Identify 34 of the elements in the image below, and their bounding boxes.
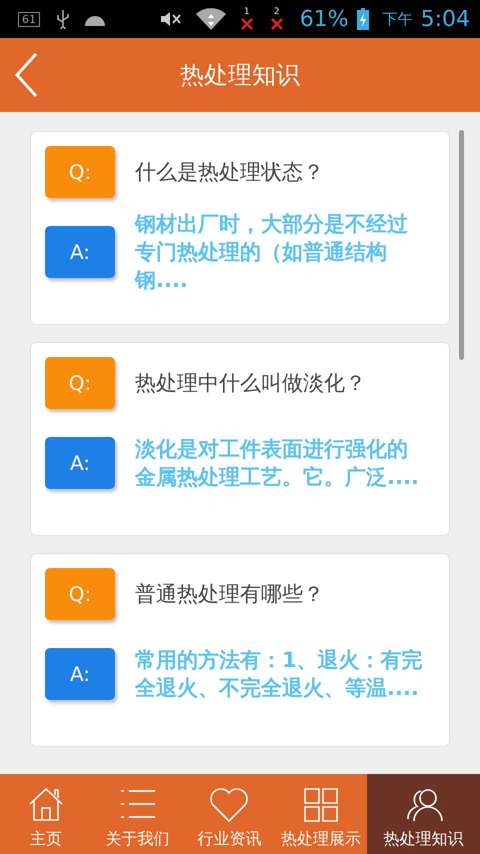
time-period: 下午 <box>382 10 413 28</box>
qa-card[interactable]: Q: 热处理中什么叫做淡化？ A: 淡化是对工件表面进行强化的金属热处理工艺。它。广泛.... <box>30 342 450 536</box>
answer-badge: A: <box>45 437 115 489</box>
answer-badge: A: <box>45 226 115 278</box>
back-icon <box>14 52 38 98</box>
question-badge: Q: <box>45 568 115 620</box>
mute-icon <box>160 10 182 28</box>
nav-tab[interactable]: 热处理知识 <box>367 774 480 854</box>
header-title: 热处理知识 <box>180 60 300 91</box>
grid-icon <box>303 787 340 823</box>
no-signal-icon <box>240 16 254 30</box>
question-text: 什么是热处理状态？ <box>135 159 324 186</box>
answer-text: 常用的方法有：1、退火：有完全退火、不完全退火、等温.... <box>135 647 424 702</box>
qa-card[interactable]: Q: 什么是热处理状态？ A: 钢材出厂时，大部分是不经过专门热处理的（如普通结构钢.... <box>30 131 450 325</box>
notification-badge: 61 <box>18 12 40 26</box>
answer-text: 淡化是对工件表面进行强化的金属热处理工艺。它。广泛.... <box>135 436 420 491</box>
back-button[interactable] <box>14 52 38 98</box>
question-text: 普通热处理有哪些？ <box>135 581 324 608</box>
no-signal-icon <box>270 16 284 30</box>
qa-card[interactable]: Q: 普通热处理有哪些？ A: 常用的方法有：1、退火：有完全退火、不完全退火、等温.... <box>30 553 450 747</box>
question-badge: Q: <box>45 357 115 409</box>
sim-number: 2 <box>274 8 280 16</box>
usb-icon <box>56 9 70 29</box>
battery-percent: 61% <box>300 6 349 32</box>
home-icon <box>26 785 65 823</box>
question-text: 热处理中什么叫做淡化？ <box>135 370 366 397</box>
wifi-icon <box>196 8 226 30</box>
clock-time: 5:04 <box>420 6 470 32</box>
sim-number: 1 <box>244 8 250 16</box>
heart-icon <box>209 787 250 823</box>
answer-badge: A: <box>45 648 115 700</box>
question-badge: Q: <box>45 146 115 198</box>
battery-charging-icon <box>356 8 369 30</box>
answer-text: 钢材出厂时，大部分是不经过专门热处理的（如普通结构钢.... <box>135 211 409 294</box>
